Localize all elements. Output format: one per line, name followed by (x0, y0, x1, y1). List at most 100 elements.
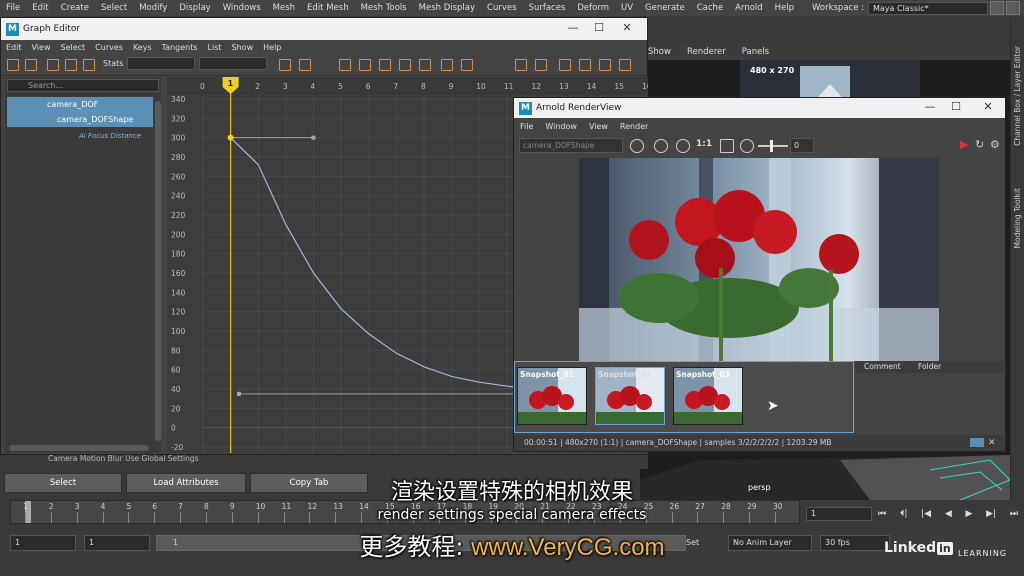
menu-modify[interactable]: Modify (133, 3, 173, 13)
status-close-icon[interactable]: ✕ (988, 435, 996, 451)
rv-menu-window[interactable]: Window (539, 122, 583, 131)
crop-icon[interactable] (654, 139, 668, 153)
tangent-handle[interactable] (311, 135, 316, 140)
trax-icon[interactable] (619, 59, 631, 71)
menu-mesh-display[interactable]: Mesh Display (413, 3, 481, 13)
menu-display[interactable]: Display (173, 3, 216, 13)
menu-edit[interactable]: Edit (26, 3, 54, 13)
pre-infinity-icon[interactable] (559, 59, 571, 71)
menu-surfaces[interactable]: Surfaces (523, 3, 572, 13)
menu-curves[interactable]: Curves (481, 3, 523, 13)
menu-help[interactable]: Help (769, 3, 800, 13)
exposure-handle[interactable] (770, 140, 773, 152)
menu-arnold[interactable]: Arnold (729, 3, 769, 13)
break-tangent-icon[interactable] (441, 59, 453, 71)
snapshot-thumb-2[interactable]: Snapshot_02 (595, 367, 665, 425)
spline-tangent-icon[interactable] (299, 59, 311, 71)
viewport-menu-renderer[interactable]: Renderer (679, 47, 734, 57)
stats-field-value[interactable] (199, 57, 267, 70)
snapshot-thumb-3[interactable]: Snapshot_03 (673, 367, 743, 425)
graph-editor-titlebar[interactable]: M Graph Editor — ☐ ✕ (1, 18, 647, 40)
outliner-scrollbar-v[interactable] (155, 101, 161, 441)
render-region-icon[interactable] (630, 139, 644, 153)
menu-deform[interactable]: Deform (571, 3, 615, 13)
render-image[interactable] (579, 158, 939, 361)
rv-menu-render[interactable]: Render (614, 122, 654, 131)
post-infinity-icon[interactable] (579, 59, 591, 71)
ge-menu-curves[interactable]: Curves (90, 43, 128, 52)
menu-mesh-tools[interactable]: Mesh Tools (355, 3, 413, 13)
renderview-titlebar[interactable]: M Arnold RenderView — ☐ ✕ (514, 98, 1005, 118)
region-icon[interactable] (65, 59, 77, 71)
minimize-icon[interactable]: — (561, 21, 585, 34)
menu-mesh[interactable]: Mesh (267, 3, 301, 13)
minimize-icon[interactable]: — (918, 100, 942, 113)
dope-sheet-icon[interactable] (599, 59, 611, 71)
maximize-icon[interactable]: ☐ (944, 100, 968, 113)
camera-select[interactable]: camera_DOFShape (519, 138, 623, 153)
ge-menu-select[interactable]: Select (55, 43, 90, 52)
settings-gear-icon[interactable] (740, 139, 754, 153)
exposure-slider[interactable] (758, 145, 788, 147)
maximize-icon[interactable]: ☐ (587, 21, 611, 34)
ge-menu-tangents[interactable]: Tangents (157, 43, 203, 52)
move-key-icon[interactable] (7, 59, 19, 71)
close-icon[interactable]: ✕ (976, 100, 1000, 113)
retime-icon[interactable] (83, 59, 95, 71)
linear-tangent-icon[interactable] (359, 59, 371, 71)
ge-menu-list[interactable]: List (203, 43, 227, 52)
fit-icon[interactable] (720, 139, 734, 153)
menu-cache[interactable]: Cache (691, 3, 729, 13)
menu-edit-mesh[interactable]: Edit Mesh (301, 3, 355, 13)
menu-create[interactable]: Create (55, 3, 95, 13)
unify-tangent-icon[interactable] (461, 59, 473, 71)
plateau-tangent-icon[interactable] (419, 59, 431, 71)
tab-comment[interactable]: Comment (864, 362, 901, 371)
normalize-icon[interactable] (535, 59, 547, 71)
tangent-handle[interactable] (236, 391, 241, 396)
rv-menu-file[interactable]: File (514, 122, 539, 131)
channel-icon[interactable] (676, 139, 690, 153)
outliner-item-camera[interactable]: camera_DOF (7, 97, 153, 112)
gear-icon[interactable]: ⚙ (990, 138, 1000, 151)
ge-menu-keys[interactable]: Keys (128, 43, 157, 52)
outliner-item-camera-shape[interactable]: camera_DOFShape (7, 112, 153, 127)
keyframe[interactable] (227, 134, 234, 141)
ge-menu-help[interactable]: Help (258, 43, 286, 52)
ge-menu-show[interactable]: Show (227, 43, 259, 52)
lattice-icon[interactable] (47, 59, 59, 71)
ge-menu-edit[interactable]: Edit (1, 43, 27, 52)
layout-icon[interactable] (990, 1, 1004, 15)
close-icon[interactable]: ✕ (615, 21, 639, 34)
menu-file[interactable]: File (0, 3, 26, 13)
menu-generate[interactable]: Generate (639, 3, 691, 13)
insert-key-icon[interactable] (25, 59, 37, 71)
workspace-select[interactable]: Maya Classic* (868, 2, 988, 15)
viewport-menu-panels[interactable]: Panels (734, 47, 777, 57)
tab-channel-box[interactable]: Channel Box / Layer Editor (1013, 46, 1022, 146)
auto-tangent-icon[interactable] (279, 59, 291, 71)
flat-tangent-icon[interactable] (379, 59, 391, 71)
render-play-icon[interactable]: ▶ (960, 138, 968, 151)
menu-windows[interactable]: Windows (217, 3, 267, 13)
menu-select[interactable]: Select (95, 3, 133, 13)
clamped-tangent-icon[interactable] (339, 59, 351, 71)
buffer-curve-icon[interactable] (515, 59, 527, 71)
tab-modeling-toolkit[interactable]: Modeling Toolkit (1013, 188, 1022, 248)
snapshot-thumb-1[interactable]: Snapshot_01 (517, 367, 587, 425)
search-input[interactable]: Search... (7, 79, 159, 92)
stats-field-time[interactable] (127, 57, 195, 70)
outliner-scrollbar-h[interactable] (9, 445, 149, 451)
status-icon[interactable] (970, 438, 984, 447)
step-tangent-icon[interactable] (399, 59, 411, 71)
outliner-item-focus-distance[interactable]: Ai Focus Distance (7, 129, 153, 144)
menu-uv[interactable]: UV (615, 3, 639, 13)
frame-ruler[interactable] (167, 77, 648, 95)
refresh-icon[interactable]: ↻ (975, 138, 984, 151)
ge-menu-view[interactable]: View (27, 43, 56, 52)
layout-icon-2[interactable] (1006, 1, 1020, 15)
exposure-field[interactable]: 0 (790, 138, 814, 153)
rv-menu-view[interactable]: View (583, 122, 614, 131)
tab-folder[interactable]: Folder (918, 362, 941, 371)
ratio-label[interactable]: 1:1 (696, 139, 712, 149)
